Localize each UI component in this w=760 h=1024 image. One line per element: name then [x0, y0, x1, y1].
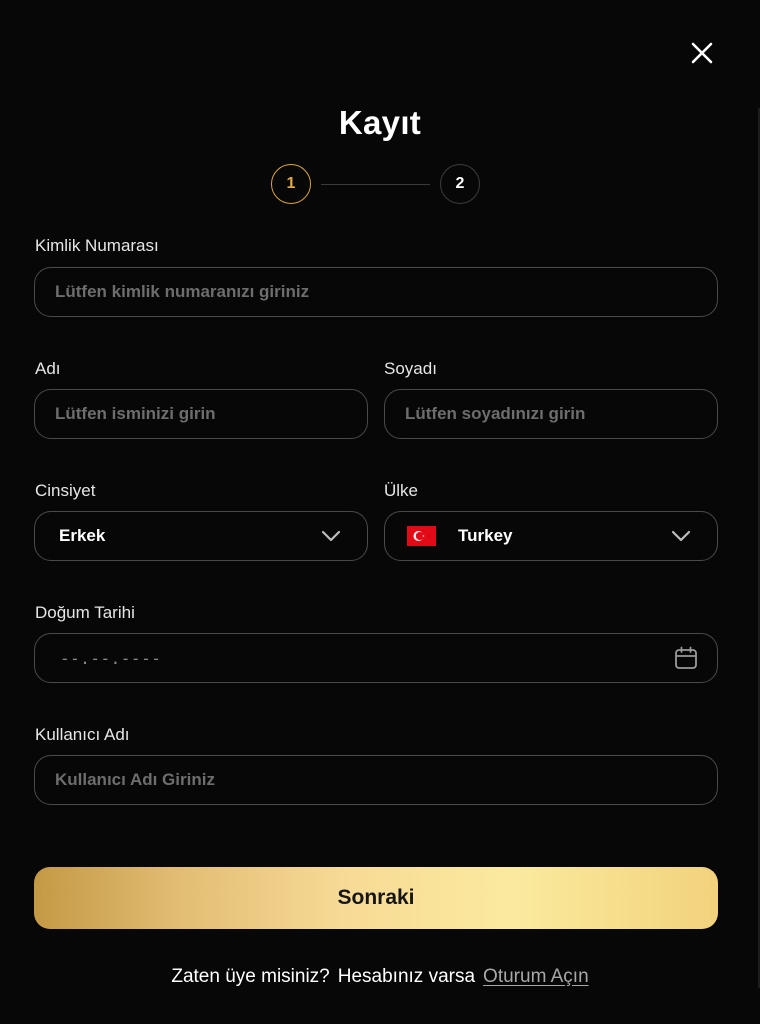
- registration-modal: Kayıt 1 2 Kimlik Numarası Adı Soyadı Cin…: [0, 0, 760, 1024]
- username-label: Kullanıcı Adı: [35, 725, 130, 744]
- step-indicator-1: 1: [271, 164, 311, 204]
- login-question: Zaten üye misiniz?: [171, 966, 330, 987]
- birth-date-label: Doğum Tarihi: [35, 603, 135, 622]
- last-name-field: [384, 389, 718, 439]
- tc-label: Kimlik Numarası: [35, 236, 159, 255]
- gender-label: Cinsiyet: [35, 481, 96, 500]
- calendar-icon[interactable]: [673, 645, 699, 671]
- tc-input[interactable]: [55, 282, 697, 302]
- close-button[interactable]: [687, 38, 717, 68]
- country-select[interactable]: Turkey: [384, 511, 718, 561]
- last-name-input[interactable]: [405, 404, 697, 424]
- close-icon: [691, 42, 713, 64]
- username-input[interactable]: [55, 770, 697, 790]
- login-text: Hesabınız varsa: [337, 966, 476, 987]
- birth-date-field[interactable]: --.--.----: [34, 633, 718, 683]
- first-name-input[interactable]: [55, 404, 347, 424]
- gender-value: Erkek: [59, 526, 106, 545]
- turkey-flag-icon: [407, 526, 436, 546]
- login-link[interactable]: Oturum Açın: [483, 966, 589, 987]
- page-title: Kayıt: [338, 104, 422, 141]
- login-prompt: Zaten üye misiniz? Hesabınız varsa Oturum …: [0, 966, 760, 988]
- first-name-label: Adı: [35, 359, 61, 378]
- country-value: Turkey: [458, 526, 513, 545]
- chevron-down-icon: [671, 530, 691, 542]
- next-button[interactable]: Sonraki: [34, 867, 718, 929]
- step-indicator-2: 2: [440, 164, 480, 204]
- step-connector: [321, 184, 430, 185]
- birth-date-value: --.--.----: [60, 648, 162, 668]
- last-name-label: Soyadı: [384, 359, 437, 378]
- chevron-down-icon: [321, 530, 341, 542]
- country-label: Ülke: [384, 481, 419, 500]
- gender-select[interactable]: Erkek: [34, 511, 368, 561]
- tc-field: [34, 267, 718, 317]
- first-name-field: [34, 389, 368, 439]
- username-field: [34, 755, 718, 805]
